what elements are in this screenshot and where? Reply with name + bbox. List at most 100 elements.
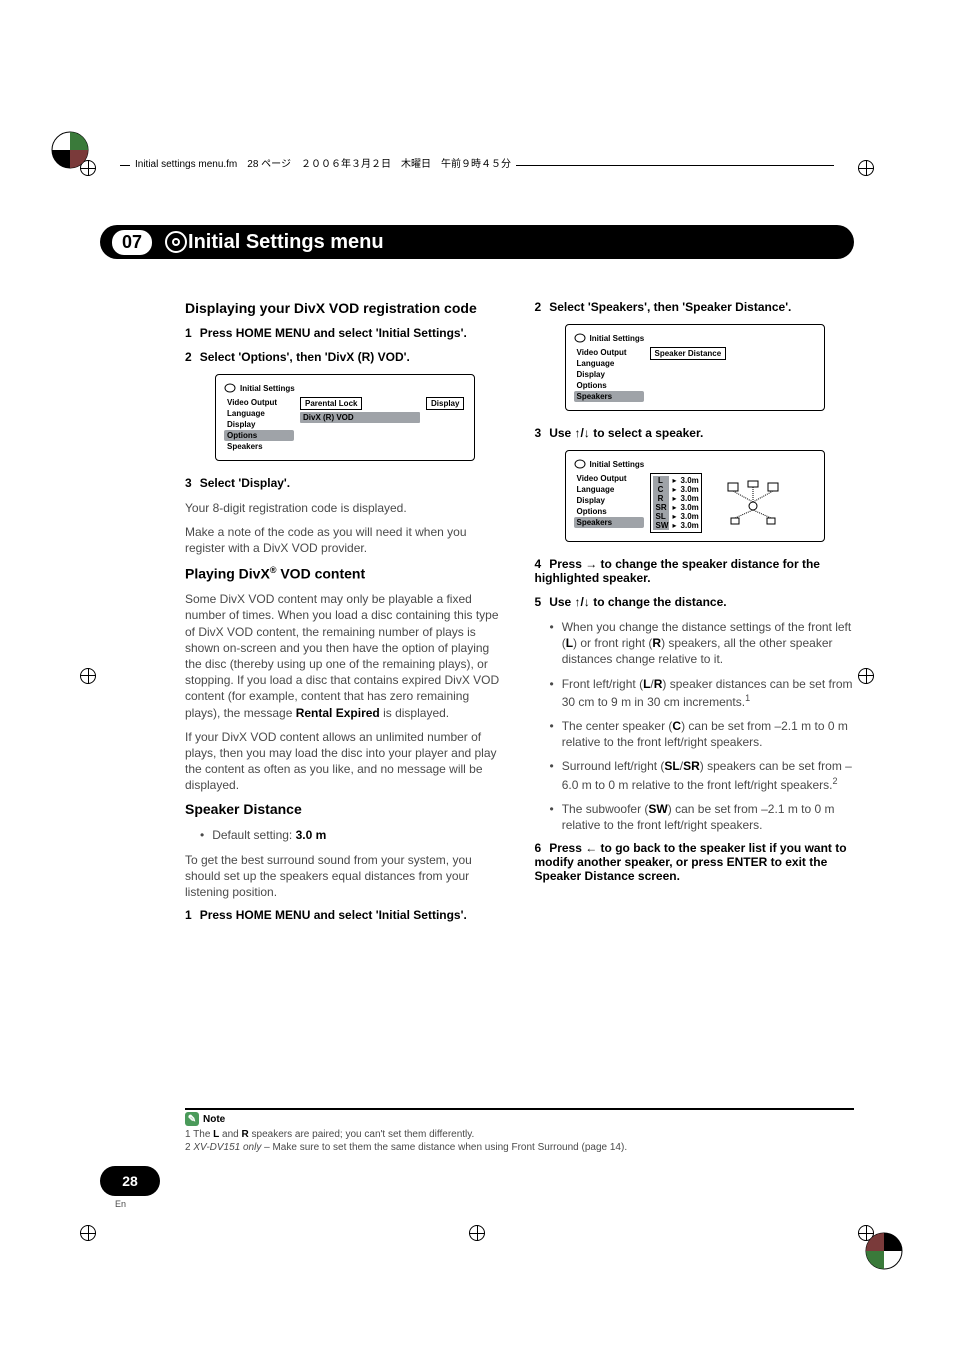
speaker-row: SR ▸ 3.0m bbox=[653, 503, 699, 512]
osd-menu-item: Options bbox=[574, 506, 644, 517]
italic-text: XV-DV151 only bbox=[193, 1142, 261, 1153]
heading-text: VOD content bbox=[276, 565, 365, 581]
step: 3Use ↑/↓ to select a speaker. bbox=[535, 426, 855, 440]
step: 2 Select 'Options', then 'DivX (R) VOD'. bbox=[185, 350, 505, 364]
osd-menu-column: Video Output Language Display Options Sp… bbox=[574, 473, 644, 533]
step-number: 5 bbox=[535, 595, 542, 609]
bullet-item: The center speaker (C) can be set from –… bbox=[550, 718, 855, 750]
text: The center speaker ( bbox=[562, 719, 673, 733]
step: 1Press HOME MENU and select 'Initial Set… bbox=[185, 908, 505, 922]
step-text: Select 'Options', then 'DivX (R) VOD'. bbox=[200, 350, 410, 364]
osd-menu-column: Video Output Language Display Options Sp… bbox=[574, 347, 644, 402]
text: Front left/right ( bbox=[562, 677, 643, 691]
right-arrow-icon: → bbox=[585, 557, 597, 571]
step-number: 3 bbox=[185, 476, 192, 490]
arrow-icon: ▸ bbox=[673, 485, 677, 494]
osd-menu-item-selected: Options bbox=[224, 430, 294, 441]
bold-text: Rental Expired bbox=[296, 706, 380, 720]
osd-screenshot: Initial Settings Video Output Language D… bbox=[215, 374, 475, 461]
text: Default setting: bbox=[212, 828, 295, 842]
text: 1 The bbox=[185, 1129, 213, 1140]
step-text: Press ← to go back to the speaker list i… bbox=[535, 841, 847, 883]
osd-menu-item-selected: Speakers bbox=[574, 391, 644, 402]
note-section: ✎Note 1 The L and R speakers are paired;… bbox=[185, 1108, 854, 1154]
crop-mark bbox=[858, 160, 874, 176]
left-column: Displaying your DivX VOD registration co… bbox=[185, 300, 505, 932]
body-text: Your 8-digit registration code is displa… bbox=[185, 500, 505, 516]
osd-submenu: Parental Lock DivX (R) VOD bbox=[300, 397, 420, 452]
note-text: 2 XV-DV151 only – Make sure to set them … bbox=[185, 1141, 854, 1154]
footnote-ref: 1 bbox=[745, 693, 750, 703]
step-number: 4 bbox=[535, 557, 542, 571]
text: and bbox=[219, 1129, 241, 1140]
bullet-item: The subwoofer (SW) can be set from –2.1 … bbox=[550, 801, 855, 833]
osd-label: Speaker Distance bbox=[650, 347, 727, 360]
note-header: ✎Note bbox=[185, 1112, 854, 1126]
speaker-label: SR bbox=[653, 503, 669, 512]
step: 4Press → to change the speaker distance … bbox=[535, 557, 855, 585]
osd-menu-item: Display bbox=[574, 369, 644, 380]
osd-menu-item: Language bbox=[574, 484, 644, 495]
speaker-row: L▸3.0m bbox=[653, 476, 699, 485]
heading-text: Playing DivX bbox=[185, 565, 270, 581]
osd-menu-item: Video Output bbox=[574, 473, 644, 484]
step: 2Select 'Speakers', then 'Speaker Distan… bbox=[535, 300, 855, 314]
text: Some DivX VOD content may only be playab… bbox=[185, 592, 499, 719]
chapter-number: 07 bbox=[112, 230, 152, 255]
text: – Make sure to set them the same distanc… bbox=[261, 1142, 627, 1153]
osd-menu-item: Language bbox=[574, 358, 644, 369]
crop-mark bbox=[80, 1225, 96, 1241]
speaker-value: 3.0m bbox=[681, 485, 699, 494]
bold-text: R bbox=[652, 636, 661, 650]
speaker-label: R bbox=[653, 494, 669, 503]
speaker-label: L bbox=[653, 476, 669, 485]
body-text: Make a note of the code as you will need… bbox=[185, 524, 505, 556]
crop-mark bbox=[858, 668, 874, 684]
osd-detail: Display bbox=[426, 397, 466, 452]
step-number: 1 bbox=[185, 326, 192, 340]
bullet-item: When you change the distance settings of… bbox=[550, 619, 855, 668]
osd-title-text: Initial Settings bbox=[590, 334, 645, 343]
bullet-item: Default setting: 3.0 m bbox=[200, 827, 505, 843]
crop-mark bbox=[80, 668, 96, 684]
text: is displayed. bbox=[380, 706, 449, 720]
speaker-value: 3.0m bbox=[681, 494, 699, 503]
step-number: 2 bbox=[185, 350, 192, 364]
osd-screenshot: Initial Settings Video Output Language D… bbox=[565, 450, 825, 542]
section-heading: Displaying your DivX VOD registration co… bbox=[185, 300, 505, 316]
osd-menu-item: Display bbox=[224, 419, 294, 430]
step-text: Use ↑/↓ to change the distance. bbox=[549, 595, 726, 609]
osd-menu-column: Video Output Language Display Options Sp… bbox=[224, 397, 294, 452]
step: 6Press ← to go back to the speaker list … bbox=[535, 841, 855, 883]
section-heading: Playing DivX® VOD content bbox=[185, 565, 505, 582]
speaker-row: C ▸ 3.0m bbox=[653, 485, 699, 494]
arrow-icon: ▸ bbox=[673, 521, 677, 530]
note-icon: ✎ bbox=[185, 1112, 199, 1126]
step-text: Press HOME MENU and select 'Initial Sett… bbox=[200, 908, 467, 922]
speaker-label: C bbox=[653, 485, 669, 494]
osd-menu-item: Video Output bbox=[574, 347, 644, 358]
osd-option-selected: DivX (R) VOD bbox=[300, 412, 420, 423]
speaker-distance-box: L▸3.0m C▸3.0m R▸3.0m SR▸3.0m SL▸3.0m SW▸… bbox=[650, 473, 702, 533]
step-text: Select 'Speakers', then 'Speaker Distanc… bbox=[549, 300, 791, 314]
step-number: 6 bbox=[535, 841, 542, 855]
osd-menu-item-selected: Speakers bbox=[574, 517, 644, 528]
speaker-value: 3.0m bbox=[681, 512, 699, 521]
speaker-layout-icon bbox=[723, 473, 783, 533]
arrow-icon: ▸ bbox=[673, 503, 677, 512]
osd-menu-item: Speakers bbox=[224, 441, 294, 452]
bullet-item: Surround left/right (SL/SR) speakers can… bbox=[550, 758, 855, 792]
bold-text: R bbox=[242, 1129, 249, 1140]
step: 5 Use ↑/↓ to change the distance. bbox=[535, 595, 855, 609]
page-language: En bbox=[115, 1199, 126, 1209]
step-text: Use ↑/↓ to select a speaker. bbox=[549, 426, 703, 440]
left-arrow-icon: ← bbox=[585, 841, 597, 855]
down-arrow-icon: ↓ bbox=[584, 595, 590, 609]
default-value: 3.0 m bbox=[296, 828, 327, 842]
page-number-badge: 28 bbox=[100, 1166, 160, 1196]
osd-title: Initial Settings bbox=[574, 333, 816, 343]
footnote-ref: 2 bbox=[833, 776, 838, 786]
osd-title: Initial Settings bbox=[224, 383, 466, 393]
speaker-value: 3.0m bbox=[681, 503, 699, 512]
arrow-icon: ▸ bbox=[673, 512, 677, 521]
